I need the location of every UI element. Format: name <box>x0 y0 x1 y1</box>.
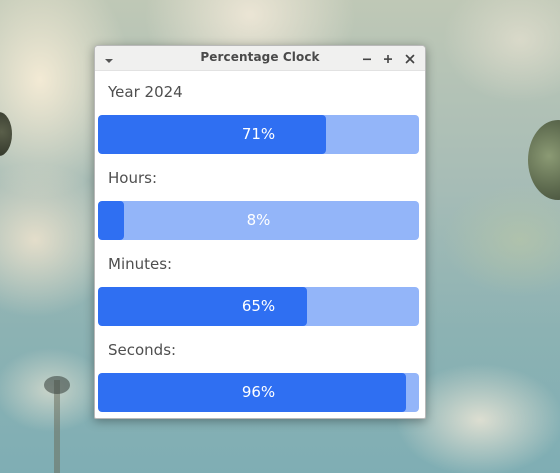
percentage-clock-window: Percentage Clock Year 2024 71% Hours: 8% <box>94 45 426 419</box>
flower-bud-decoration <box>0 112 12 156</box>
seconds-percent-text: 96% <box>241 383 276 401</box>
minutes-percent-text: 65% <box>241 297 276 315</box>
minutes-progress-bar: 65% <box>98 287 419 326</box>
maximize-icon[interactable] <box>381 51 395 65</box>
hours-progress-bar: 8% <box>98 201 419 240</box>
desktop-background: Percentage Clock Year 2024 71% Hours: 8% <box>0 0 560 473</box>
year-progress-bar: 71% <box>98 115 419 154</box>
seconds-label: Seconds: <box>108 341 177 359</box>
hours-label: Hours: <box>108 169 157 187</box>
year-label: Year 2024 <box>108 83 183 101</box>
minimize-icon[interactable] <box>360 51 374 65</box>
window-title: Percentage Clock <box>200 50 320 64</box>
seconds-progress-bar: 96% <box>98 373 419 412</box>
flower-bud-decoration <box>528 120 560 200</box>
hours-percent-text: 8% <box>246 211 271 229</box>
stem-decoration <box>44 376 70 394</box>
title-bar[interactable]: Percentage Clock <box>95 46 425 71</box>
close-icon[interactable] <box>403 51 417 65</box>
minutes-label: Minutes: <box>108 255 173 273</box>
year-percent-text: 71% <box>241 125 276 143</box>
